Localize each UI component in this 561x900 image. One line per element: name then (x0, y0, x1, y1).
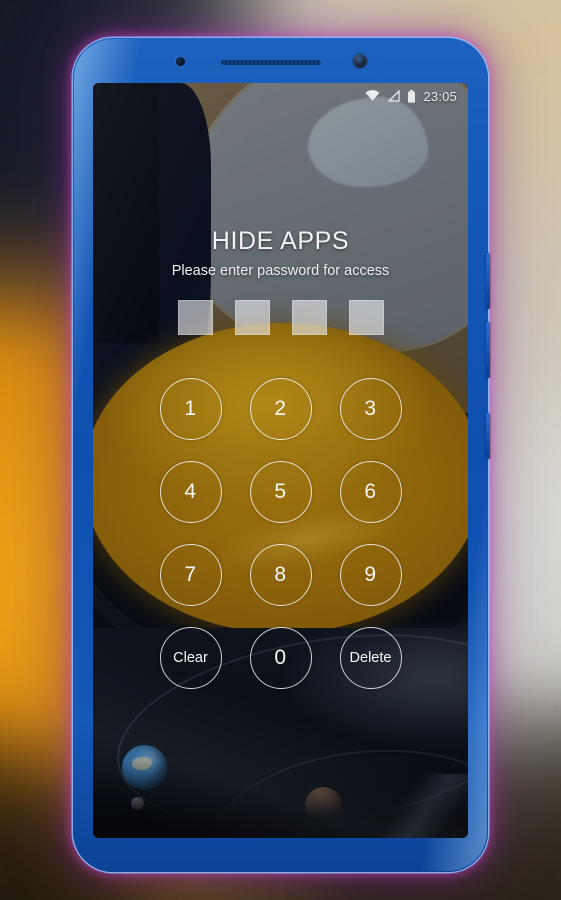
keypad-row-4: Clear 0 Delete (159, 627, 402, 689)
password-slot-2 (234, 300, 270, 335)
password-slot-1 (177, 300, 213, 335)
keypad-key-8[interactable]: 8 (249, 544, 312, 606)
top-bezel (73, 38, 488, 83)
keypad-key-label: Clear (173, 650, 208, 666)
keypad-key-label: 4 (184, 480, 197, 503)
screen-glass-streak (260, 767, 468, 838)
password-slots (93, 300, 468, 335)
keypad-key-label: 5 (274, 480, 287, 503)
keypad-row-1: 1 2 3 (159, 378, 402, 440)
keypad-key-4[interactable]: 4 (159, 461, 222, 523)
keypad-key-label: 9 (364, 563, 377, 586)
power-button[interactable] (486, 413, 490, 459)
keypad-key-2[interactable]: 2 (249, 378, 312, 440)
volume-down-button[interactable] (486, 322, 490, 378)
password-slot-3 (291, 300, 327, 335)
keypad-row-2: 4 5 6 (159, 461, 402, 523)
volume-up-button[interactable] (486, 253, 490, 309)
phone-device: 23:05 HIDE APPS Please enter password fo… (73, 38, 490, 872)
keypad-key-5[interactable]: 5 (249, 461, 312, 523)
earpiece-speaker-icon (221, 60, 321, 65)
keypad-key-0[interactable]: 0 (249, 627, 312, 689)
keypad-key-1[interactable]: 1 (159, 378, 222, 440)
phone-screen: 23:05 HIDE APPS Please enter password fo… (93, 83, 468, 838)
front-camera-icon (176, 57, 185, 66)
proximity-sensor-icon (353, 54, 367, 68)
page-title: HIDE APPS (211, 227, 350, 255)
keypad-key-label: 6 (364, 480, 377, 503)
keypad-key-delete[interactable]: Delete (339, 627, 402, 689)
keypad-key-label: 3 (364, 397, 377, 420)
hide-apps-lock-screen: HIDE APPS Please enter password for acce… (93, 83, 468, 838)
keypad-key-7[interactable]: 7 (159, 544, 222, 606)
keypad-key-6[interactable]: 6 (339, 461, 402, 523)
keypad-key-label: 0 (274, 646, 287, 669)
page-subtitle: Please enter password for access (171, 263, 390, 279)
keypad-key-label: 8 (274, 563, 287, 586)
keypad-row-3: 7 8 9 (159, 544, 402, 606)
keypad-key-label: Delete (349, 650, 392, 666)
password-slot-4 (348, 300, 384, 335)
keypad-key-label: 7 (184, 563, 197, 586)
keypad-key-clear[interactable]: Clear (159, 627, 222, 689)
keypad-key-9[interactable]: 9 (339, 544, 402, 606)
keypad-key-label: 1 (184, 397, 197, 420)
keypad-key-label: 2 (274, 397, 287, 420)
numeric-keypad: 1 2 3 4 5 6 7 8 9 Clear 0 Delete (93, 378, 468, 689)
keypad-key-3[interactable]: 3 (339, 378, 402, 440)
